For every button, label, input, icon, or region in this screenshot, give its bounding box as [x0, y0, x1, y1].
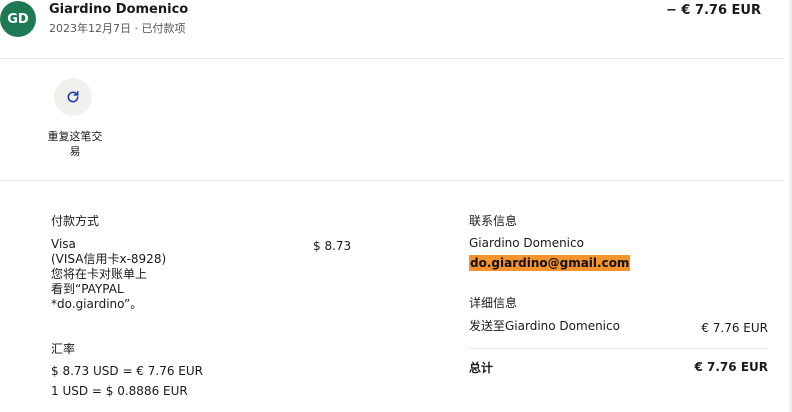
exchange-rate-conversion: $ 8.73 USD = € 7.76 EUR: [51, 364, 203, 378]
actions-bar: 重复这笔交易: [0, 59, 783, 181]
exchange-rate-title: 汇率: [51, 342, 76, 356]
exchange-rate-unit: 1 USD = $ 0.8886 EUR: [51, 384, 188, 398]
payment-method-line: Visa: [51, 237, 76, 251]
divider: [469, 348, 768, 349]
payment-method-details: Visa (VISA信用卡x-8928) 您将在卡对账单上 看到“PAYPAL …: [51, 237, 251, 312]
sent-to-amount: € 7.76 EUR: [701, 321, 768, 335]
merchant-name: Giardino Domenico: [49, 2, 189, 17]
transaction-amount: − € 7.76 EUR: [665, 3, 761, 18]
payment-method-title: 付款方式: [51, 214, 100, 228]
date-status: 2023年12月7日 · 已付款项: [49, 22, 186, 35]
payment-method-line: 您将在卡对账单上: [51, 267, 148, 281]
payment-method-line: 看到“PAYPAL: [51, 282, 124, 296]
transaction-header: GD Giardino Domenico 2023年12月7日 · 已付款项 −…: [0, 0, 783, 59]
details-title: 详细信息: [469, 296, 518, 310]
refresh-icon: [67, 90, 79, 103]
total-amount: € 7.76 EUR: [694, 360, 769, 374]
avatar-initials: GD: [7, 11, 29, 27]
payment-method-line: *do.giardino”。: [51, 297, 143, 311]
contact-title: 联系信息: [469, 214, 518, 228]
contact-name: Giardino Domenico: [469, 236, 584, 250]
repeat-transaction-label[interactable]: 重复这笔交易: [44, 129, 106, 159]
sent-to-label: 发送至Giardino Domenico: [469, 319, 620, 333]
payment-method-line: (VISA信用卡x-8928): [51, 252, 167, 266]
repeat-transaction-button[interactable]: [54, 78, 92, 116]
avatar: GD: [0, 1, 36, 37]
contact-email[interactable]: do.giardino@gmail.com: [469, 255, 631, 271]
payment-method-amount: $ 8.73: [313, 239, 352, 253]
total-label: 总计: [469, 361, 494, 375]
